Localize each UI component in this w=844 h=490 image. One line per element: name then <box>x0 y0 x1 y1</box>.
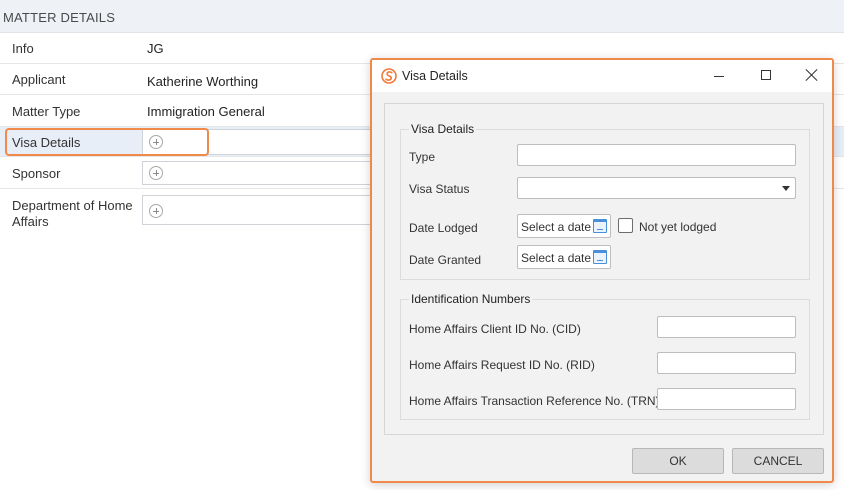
visa-group-title: Visa Details <box>409 122 477 136</box>
dialog-title: Visa Details <box>402 69 468 83</box>
date-granted-placeholder: Select a date <box>521 251 592 265</box>
visa-details-dialog: Visa Details Visa Details Type Visa Stat… <box>370 58 834 483</box>
close-button[interactable] <box>797 64 827 88</box>
type-input[interactable] <box>517 144 796 166</box>
rid-input[interactable] <box>657 352 796 374</box>
visa-details-highlight <box>5 128 209 156</box>
date-granted-picker[interactable]: Select a date <box>517 245 611 269</box>
matter-type-label: Matter Type <box>12 104 81 119</box>
type-label: Type <box>409 150 436 164</box>
add-circle-icon[interactable] <box>149 166 163 180</box>
visa-status-select[interactable] <box>517 177 796 199</box>
visa-details-group: Visa Details Type Visa Status Date Lodge… <box>400 122 810 280</box>
minimize-icon <box>714 76 724 77</box>
not-yet-lodged-checkbox[interactable] <box>618 218 633 233</box>
cid-label: Home Affairs Client ID No. (CID) <box>409 322 581 336</box>
sponsor-field[interactable] <box>142 161 382 185</box>
s-logo-icon <box>381 68 397 84</box>
rid-label: Home Affairs Request ID No. (RID) <box>409 358 595 372</box>
identification-numbers-group: Identification Numbers Home Affairs Clie… <box>400 292 810 420</box>
calendar-icon[interactable] <box>593 250 607 264</box>
ok-button[interactable]: OK <box>632 448 724 474</box>
chevron-down-icon[interactable] <box>782 186 790 191</box>
trn-label: Home Affairs Transaction Reference No. (… <box>409 394 660 408</box>
home-affairs-field[interactable] <box>142 195 382 225</box>
add-circle-icon[interactable] <box>149 204 163 218</box>
maximize-button[interactable] <box>751 64 781 88</box>
trn-input[interactable] <box>657 388 796 410</box>
matter-type-value[interactable]: Immigration General <box>147 104 265 119</box>
info-value: JG <box>147 41 164 56</box>
cid-input[interactable] <box>657 316 796 338</box>
dialog-titlebar[interactable]: Visa Details <box>372 60 832 92</box>
close-icon <box>805 68 819 82</box>
matter-details-title: MATTER DETAILS <box>3 10 116 25</box>
date-granted-label: Date Granted <box>409 253 482 267</box>
visa-status-label: Visa Status <box>409 182 470 196</box>
dialog-content: Visa Details Type Visa Status Date Lodge… <box>384 103 824 435</box>
minimize-button[interactable] <box>704 64 734 88</box>
home-affairs-label: Department of Home Affairs <box>12 198 133 229</box>
cancel-button[interactable]: CANCEL <box>732 448 824 474</box>
calendar-icon[interactable] <box>593 219 607 233</box>
id-group-title: Identification Numbers <box>409 292 533 306</box>
date-lodged-label: Date Lodged <box>409 221 478 235</box>
applicant-value[interactable]: Katherine Worthing <box>147 74 258 89</box>
date-lodged-placeholder: Select a date <box>521 220 592 234</box>
matter-details-header: MATTER DETAILS <box>0 0 844 33</box>
sponsor-label: Sponsor <box>12 166 61 181</box>
date-lodged-picker[interactable]: Select a date <box>517 214 611 238</box>
applicant-label: Applicant <box>12 72 66 87</box>
info-label: Info <box>12 41 34 56</box>
maximize-icon <box>761 70 771 80</box>
not-yet-lodged-label[interactable]: Not yet lodged <box>639 220 716 234</box>
